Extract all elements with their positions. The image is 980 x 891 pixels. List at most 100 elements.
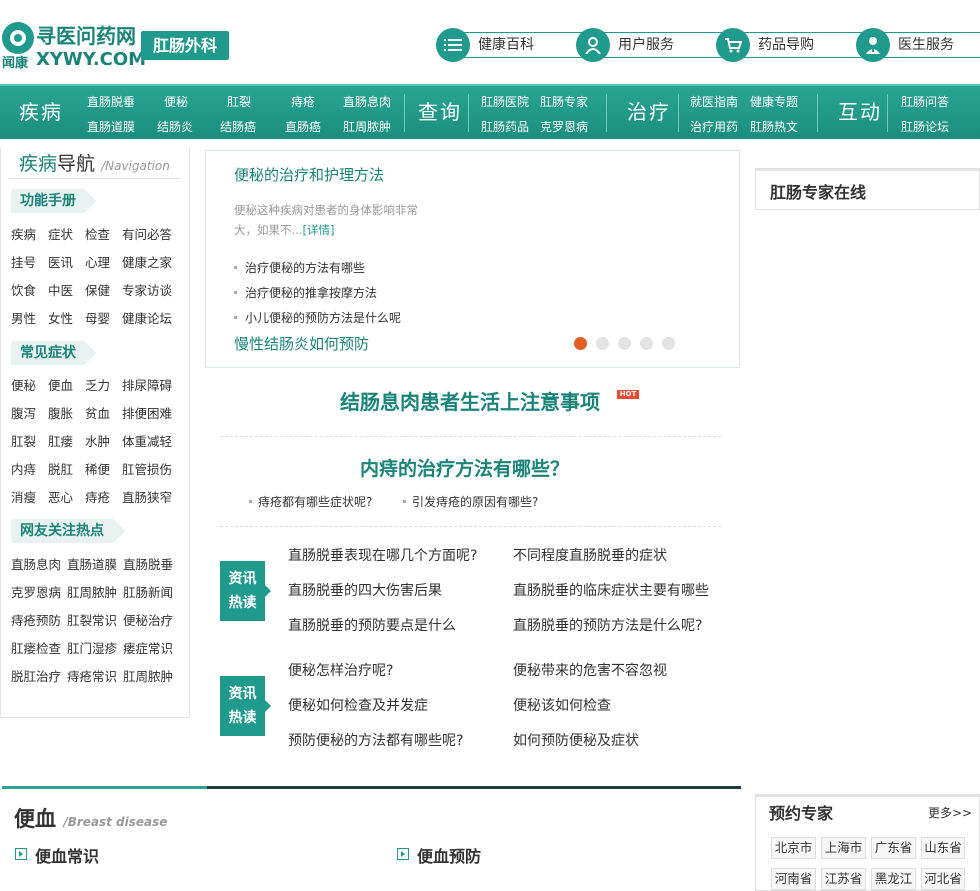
logo-en[interactable]: XYWY.COM bbox=[36, 49, 146, 70]
province-button[interactable]: 河北省 bbox=[921, 868, 965, 890]
news-link[interactable]: 预防便秘的方法都有哪些呢? bbox=[288, 730, 463, 750]
sidebar-link[interactable]: 肛周脓肿 bbox=[67, 582, 117, 601]
sidebar-link[interactable]: 稀便 bbox=[85, 459, 110, 478]
nav-title-disease[interactable]: 疾病 bbox=[19, 86, 63, 139]
carousel-item[interactable]: 小儿便秘的预防方法是什么呢 bbox=[233, 309, 401, 326]
sidebar-link[interactable]: 挂号 bbox=[11, 252, 36, 271]
nav-link[interactable]: 肛肠问答 bbox=[901, 93, 949, 110]
carousel-title[interactable]: 便秘的治疗和护理方法 bbox=[234, 164, 384, 185]
sidebar-link[interactable]: 肛瘘检查 bbox=[11, 638, 61, 657]
carousel-bottom-title[interactable]: 慢性结肠炎如何预防 bbox=[234, 333, 369, 354]
news-link[interactable]: 直肠脱垂表现在哪几个方面呢? bbox=[288, 545, 477, 565]
section-badge[interactable]: 肛肠外科 bbox=[141, 31, 229, 60]
nav-link[interactable]: 便秘 bbox=[164, 93, 188, 110]
sidebar-link[interactable]: 肛周脓肿 bbox=[123, 666, 173, 685]
sub-link[interactable]: 痔疮都有哪些症状呢? bbox=[248, 493, 372, 510]
sidebar-link[interactable]: 饮食 bbox=[11, 280, 36, 299]
nav-link[interactable]: 结肠炎 bbox=[157, 118, 193, 135]
sidebar-link[interactable]: 克罗恩病 bbox=[11, 582, 61, 601]
sidebar-link[interactable]: 腹泻 bbox=[11, 403, 36, 422]
logo-text[interactable]: 寻医问药网 bbox=[36, 20, 136, 49]
sidebar-link[interactable]: 直肠狭窄 bbox=[122, 487, 172, 506]
news-link[interactable]: 直肠脱垂的预防方法是什么呢? bbox=[513, 615, 702, 635]
nav-link[interactable]: 肛肠论坛 bbox=[901, 118, 949, 135]
logo-icon[interactable] bbox=[2, 22, 34, 54]
sidebar-link[interactable]: 痔疮 bbox=[85, 487, 110, 506]
detail-link[interactable]: [详情] bbox=[302, 223, 334, 237]
sidebar-link[interactable]: 肛裂 bbox=[11, 431, 36, 450]
province-button[interactable]: 广东省 bbox=[871, 837, 916, 859]
nav-link[interactable]: 直肠脱垂 bbox=[87, 93, 135, 110]
sidebar-link[interactable]: 肛瘘 bbox=[48, 431, 73, 450]
carousel-item[interactable]: 治疗便秘的方法有哪些 bbox=[233, 259, 365, 276]
sidebar-link[interactable]: 痔疮预防 bbox=[11, 610, 61, 629]
carousel-dot[interactable] bbox=[662, 337, 675, 350]
sidebar-link[interactable]: 肛裂常识 bbox=[67, 610, 117, 629]
carousel-dot[interactable] bbox=[640, 337, 653, 350]
nav-link[interactable]: 肛肠热文 bbox=[750, 118, 798, 135]
sidebar-link[interactable]: 直肠息肉 bbox=[11, 554, 61, 573]
more-link[interactable]: 更多>> bbox=[928, 804, 972, 821]
sidebar-link[interactable]: 水肿 bbox=[85, 431, 110, 450]
nav-link[interactable]: 健康专题 bbox=[750, 93, 798, 110]
nav-link[interactable]: 治疗用药 bbox=[690, 118, 738, 135]
sidebar-link[interactable]: 直肠脱垂 bbox=[123, 554, 173, 573]
sidebar-link[interactable]: 脱肛 bbox=[48, 459, 73, 478]
carousel-dot[interactable] bbox=[618, 337, 631, 350]
sidebar-link[interactable]: 有问必答 bbox=[122, 224, 172, 243]
sidebar-link[interactable]: 中医 bbox=[48, 280, 73, 299]
sidebar-link[interactable]: 医讯 bbox=[48, 252, 73, 271]
nav-title-interact[interactable]: 互动 bbox=[838, 86, 882, 139]
section-link[interactable]: 便血预防 bbox=[417, 843, 481, 867]
sidebar-link[interactable]: 心理 bbox=[85, 252, 110, 271]
province-button[interactable]: 河南省 bbox=[771, 868, 816, 890]
sidebar-link[interactable]: 排尿障碍 bbox=[122, 375, 172, 394]
nav-title-query[interactable]: 查询 bbox=[418, 86, 462, 139]
news-link[interactable]: 不同程度直肠脱垂的症状 bbox=[513, 545, 667, 565]
sub-link[interactable]: 引发痔疮的原因有哪些? bbox=[402, 493, 538, 510]
nav-link[interactable]: 肛裂 bbox=[227, 93, 251, 110]
sidebar-link[interactable]: 保健 bbox=[85, 280, 110, 299]
sidebar-link[interactable]: 脱肛治疗 bbox=[11, 666, 61, 685]
sidebar-link[interactable]: 健康论坛 bbox=[122, 308, 172, 327]
carousel-dot[interactable] bbox=[574, 337, 587, 350]
nav-link[interactable]: 直肠道膜 bbox=[87, 118, 135, 135]
news-link[interactable]: 便秘如何检查及并发症 bbox=[288, 695, 428, 715]
nav-link[interactable]: 痔疮 bbox=[291, 93, 315, 110]
sidebar-link[interactable]: 痔疮常识 bbox=[67, 666, 117, 685]
news-link[interactable]: 便秘该如何检查 bbox=[513, 695, 611, 715]
carousel-item[interactable]: 治疗便秘的推拿按摩方法 bbox=[233, 284, 377, 301]
news-link[interactable]: 便秘带来的危害不容忽视 bbox=[513, 660, 667, 680]
sidebar-link[interactable]: 症状 bbox=[48, 224, 73, 243]
nav-link[interactable]: 肛周脓肿 bbox=[343, 118, 391, 135]
sidebar-link[interactable]: 便血 bbox=[48, 375, 73, 394]
province-button[interactable]: 山东省 bbox=[921, 837, 965, 859]
sidebar-link[interactable]: 体重减轻 bbox=[122, 431, 172, 450]
sidebar-link[interactable]: 乏力 bbox=[85, 375, 110, 394]
sidebar-link[interactable]: 排便困难 bbox=[122, 403, 172, 422]
news-link[interactable]: 直肠脱垂的预防要点是什么 bbox=[288, 615, 456, 635]
news-link[interactable]: 直肠脱垂的临床症状主要有哪些 bbox=[513, 580, 709, 600]
sidebar-link[interactable]: 男性 bbox=[11, 308, 36, 327]
sidebar-link[interactable]: 检查 bbox=[85, 224, 110, 243]
sidebar-link[interactable]: 便秘 bbox=[11, 375, 36, 394]
section-link[interactable]: 便血常识 bbox=[35, 843, 99, 867]
sidebar-link[interactable]: 便秘治疗 bbox=[123, 610, 173, 629]
province-button[interactable]: 上海市 bbox=[821, 837, 866, 859]
sidebar-link[interactable]: 消瘦 bbox=[11, 487, 36, 506]
province-button[interactable]: 北京市 bbox=[771, 837, 816, 859]
nav-title-treat[interactable]: 治疗 bbox=[627, 86, 671, 139]
sidebar-link[interactable]: 直肠道膜 bbox=[67, 554, 117, 573]
headline-secondary[interactable]: 内痔的治疗方法有哪些？ bbox=[360, 454, 569, 481]
province-button[interactable]: 黑龙江 bbox=[871, 868, 916, 890]
sidebar-link[interactable]: 健康之家 bbox=[122, 252, 172, 271]
nav-link[interactable]: 克罗恩病 bbox=[540, 118, 588, 135]
sidebar-link[interactable]: 女性 bbox=[48, 308, 73, 327]
news-link[interactable]: 直肠脱垂的四大伤害后果 bbox=[288, 580, 442, 600]
nav-link[interactable]: 直肠息肉 bbox=[343, 93, 391, 110]
headline-primary[interactable]: 结肠息肉患者生活上注意事项 bbox=[340, 386, 600, 415]
sidebar-link[interactable]: 恶心 bbox=[48, 487, 73, 506]
province-button[interactable]: 江苏省 bbox=[821, 868, 866, 890]
news-link[interactable]: 如何预防便秘及症状 bbox=[513, 730, 639, 750]
sidebar-link[interactable]: 瘘症常识 bbox=[123, 638, 173, 657]
